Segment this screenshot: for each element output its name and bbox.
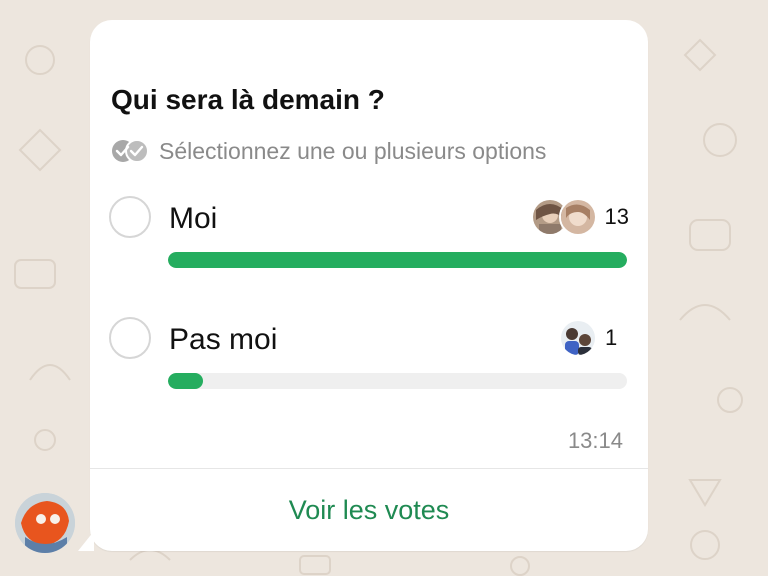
radio-unchecked-icon[interactable] [109, 317, 151, 359]
avatar[interactable] [15, 493, 75, 553]
vote-count: 1 [605, 325, 618, 350]
poll-option-pas-moi[interactable]: Pas moi 1 [109, 317, 629, 397]
radio-unchecked-icon[interactable] [109, 196, 151, 238]
avatar [558, 198, 597, 236]
voter-avatars[interactable]: 1 [559, 318, 629, 358]
vote-progress-fill [168, 373, 204, 389]
sender-name [111, 42, 171, 56]
vote-progress-track [168, 252, 627, 268]
double-check-icon [111, 138, 151, 164]
poll-question: Qui sera là demain ? [111, 84, 385, 115]
vote-count: 13 [604, 204, 629, 229]
poll-hint-text: Sélectionnez une ou plusieurs options [159, 137, 547, 164]
poll-hint: Sélectionnez une ou plusieurs options [111, 137, 546, 165]
vote-progress-track [168, 373, 627, 389]
poll-message-bubble: Qui sera là demain ? Sélectionnez une ou… [90, 20, 648, 551]
voter-avatars[interactable]: 13 [530, 197, 629, 237]
poll-option-label: Moi [169, 202, 218, 235]
poll-option-label: Pas moi [169, 323, 278, 356]
poll-option-moi[interactable]: Moi 13 [109, 196, 629, 276]
bubble-tail [78, 531, 94, 551]
avatar [559, 319, 597, 357]
vote-progress-fill [168, 252, 627, 268]
view-votes-button[interactable]: Voir les votes [90, 469, 648, 551]
message-timestamp: 13:14 [567, 428, 623, 453]
